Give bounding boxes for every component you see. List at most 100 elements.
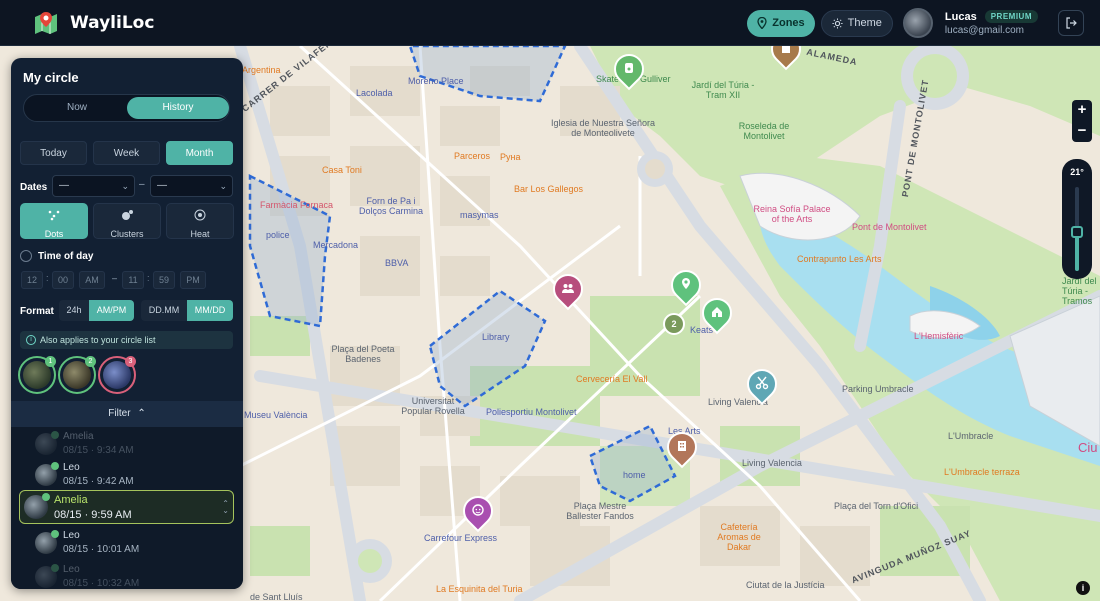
app-header: WayliLoc Zones Theme Lucas PREMIUM lucas…: [0, 0, 1100, 46]
user-name: Lucas: [944, 10, 977, 23]
format-ddmm-button[interactable]: DD.MM: [141, 300, 187, 321]
history-name: Amelia: [63, 431, 94, 442]
map-label: de Sant Lluís: [250, 592, 303, 601]
history-item[interactable]: Leo 08/15 · 9:42 AM: [31, 460, 231, 490]
tilt-control[interactable]: 21°: [1062, 159, 1092, 279]
theme-button[interactable]: Theme: [820, 9, 893, 37]
format-24h-button[interactable]: 24h: [59, 300, 89, 321]
info-note: i Also applies to your circle list: [20, 331, 233, 349]
filter-label: Filter: [108, 408, 131, 419]
history-time: 08/15 · 10:32 AM: [63, 578, 140, 589]
map-label: Farmàcia Fornaca: [260, 200, 334, 210]
map-label: Argentina: [242, 65, 281, 75]
circle-member-avatar[interactable]: 3: [98, 356, 136, 394]
zoom-out-button[interactable]: −: [1072, 121, 1092, 142]
map-label: Plaça Mestre Ballester Fandos: [566, 501, 634, 521]
history-time: 08/15 · 9:59 AM: [54, 509, 132, 521]
user-avatar[interactable]: [902, 8, 933, 38]
map-label: Pont de Montolivet: [852, 222, 927, 232]
range-week-button[interactable]: Week: [93, 141, 160, 165]
mode-toggle: Now History: [23, 94, 230, 122]
viz-heat-button[interactable]: Heat: [166, 203, 234, 239]
chevron-down-icon: ⌄: [121, 181, 129, 191]
circle-member-avatar[interactable]: 1: [18, 356, 56, 394]
map-label: Ciu: [1078, 440, 1098, 455]
mode-history-tab[interactable]: History: [127, 97, 229, 119]
time-of-day-radio[interactable]: [20, 250, 32, 262]
app-brand: WayliLoc: [70, 12, 155, 33]
time-of-day-toggle[interactable]: Time of day: [20, 250, 93, 262]
history-avatar: [35, 564, 59, 588]
history-name: Leo: [63, 564, 80, 575]
time-from-minute[interactable]: 00: [52, 271, 74, 289]
range-today-button[interactable]: Today: [20, 141, 87, 165]
viz-heat-label: Heat: [190, 229, 210, 239]
home-icon: [712, 307, 722, 317]
map-label: police: [266, 230, 290, 240]
tilt-slider-handle[interactable]: [1071, 226, 1083, 238]
history-list[interactable]: Amelia 08/15 · 9:34 AM Leo 08/15 · 9:42 …: [11, 427, 243, 589]
circle-member-avatar[interactable]: 2: [58, 356, 96, 394]
date-from-select[interactable]: — ⌄: [52, 175, 135, 197]
time-to-ampm[interactable]: PM: [180, 271, 206, 289]
theme-label: Theme: [847, 17, 882, 29]
chevron-up-icon: ⌃: [137, 408, 146, 419]
zones-button[interactable]: Zones: [747, 9, 815, 37]
member-badge: 2: [85, 356, 96, 367]
location-pin-home[interactable]: [695, 291, 739, 338]
member-badge: 3: [125, 356, 136, 367]
history-item[interactable]: Leo 08/15 · 10:01 AM: [31, 528, 231, 558]
history-item-selected[interactable]: Amelia 08/15 · 9:59 AM ⌃ ⌄: [19, 490, 234, 524]
history-name: Amelia: [54, 494, 88, 506]
format-mmdd-button[interactable]: MM/DD: [187, 300, 233, 321]
time-range-separator: –: [112, 273, 118, 283]
map-label: Cervecería El Vall: [576, 374, 648, 384]
location-pin-zone[interactable]: [664, 263, 708, 310]
map-label: home: [623, 470, 646, 480]
history-item[interactable]: Leo 08/15 · 10:32 AM: [31, 562, 231, 589]
location-pin-group[interactable]: [546, 267, 590, 314]
clusters-icon: [122, 210, 133, 220]
baby-icon: [472, 504, 484, 516]
map-label: Roseleda de Montolivet: [738, 121, 790, 141]
location-pin-building[interactable]: [660, 425, 704, 472]
zoom-in-button[interactable]: +: [1072, 100, 1092, 121]
range-month-button[interactable]: Month: [166, 141, 233, 165]
scissors-icon: [755, 376, 769, 390]
history-avatar: [35, 530, 59, 554]
dates-label: Dates: [20, 182, 48, 193]
info-button[interactable]: i: [1076, 581, 1090, 595]
map-label: L'Umbracle terraza: [944, 467, 1020, 477]
cluster-marker[interactable]: 2: [663, 313, 685, 335]
info-icon: i: [26, 335, 36, 345]
date-to-select[interactable]: — ⌄: [150, 175, 233, 197]
premium-badge: PREMIUM: [984, 10, 1038, 23]
filter-toggle[interactable]: Filter ⌃: [11, 401, 243, 427]
viz-clusters-button[interactable]: Clusters: [93, 203, 161, 239]
time-to-minute[interactable]: 59: [153, 271, 175, 289]
logout-icon: [1066, 17, 1077, 29]
time-to-hour[interactable]: 11: [122, 271, 144, 289]
logout-button[interactable]: [1058, 10, 1084, 36]
app-logo-icon[interactable]: [32, 9, 60, 37]
sun-icon: [832, 17, 843, 29]
history-item[interactable]: Amelia 08/15 · 9:34 AM: [31, 429, 231, 459]
reorder-icon[interactable]: ⌃ ⌄: [222, 500, 229, 515]
cluster-count: 2: [671, 319, 677, 329]
viz-dots-button[interactable]: Dots: [20, 203, 88, 239]
map-pin-icon: [757, 17, 767, 29]
location-pin-alameda[interactable]: [764, 46, 808, 74]
location-pin-skate[interactable]: [607, 47, 651, 94]
date-separator: –: [139, 179, 145, 190]
map-label: Plaça del Torn d'Ofici: [834, 501, 919, 511]
time-from-ampm[interactable]: AM: [79, 271, 105, 289]
format-ampm-button[interactable]: AM/PM: [89, 300, 134, 321]
history-time: 08/15 · 10:01 AM: [63, 544, 140, 555]
map-pin-icon: [682, 278, 690, 289]
time-from-hour[interactable]: 12: [21, 271, 43, 289]
location-pin-scissors[interactable]: [740, 362, 784, 409]
location-pin-baby[interactable]: [456, 489, 500, 536]
chevron-down-icon: ⌄: [219, 181, 227, 191]
map-label: Living Valencia: [742, 458, 802, 468]
mode-now-tab[interactable]: Now: [26, 97, 128, 119]
